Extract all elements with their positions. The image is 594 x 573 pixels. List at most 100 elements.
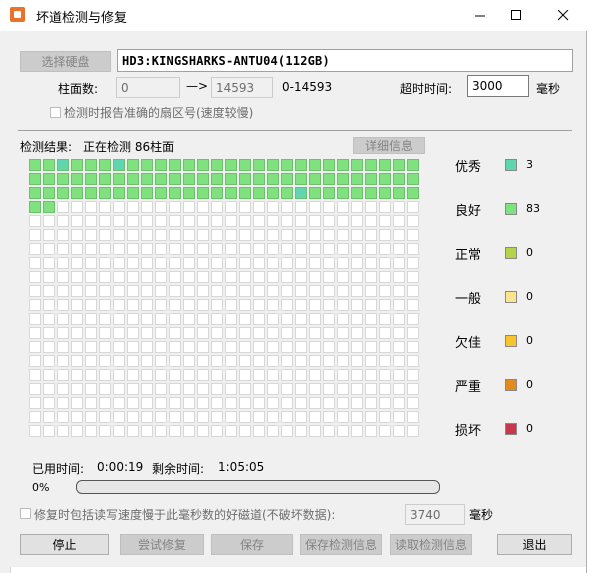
- grid-cell: [113, 201, 125, 213]
- grid-cell: [239, 271, 251, 283]
- grid-cell: [267, 243, 279, 255]
- accurate-sector-label: 检测时报告准确的扇区号(速度较慢): [64, 106, 254, 120]
- app-icon: [10, 7, 25, 22]
- grid-cell: [43, 229, 55, 241]
- grid-cell: [253, 327, 265, 339]
- legend-label: 一般: [455, 292, 482, 307]
- grid-cell: [281, 201, 293, 213]
- grid-cell: [309, 369, 321, 381]
- grid-cell: [71, 369, 83, 381]
- try-repair-button[interactable]: 尝试修复: [120, 534, 204, 555]
- detail-info-button[interactable]: 详细信息: [353, 137, 425, 154]
- grid-cell: [169, 327, 181, 339]
- grid-cell: [113, 271, 125, 283]
- grid-cell: [141, 369, 153, 381]
- grid-cell: [407, 313, 419, 325]
- grid-cell: [99, 173, 111, 185]
- grid-cell: [239, 383, 251, 395]
- grid-cell: [379, 159, 391, 171]
- grid-cell: [183, 369, 195, 381]
- grid-cell: [43, 313, 55, 325]
- grid-cell: [379, 173, 391, 185]
- window-right-edge: [586, 31, 594, 573]
- grid-cell: [309, 201, 321, 213]
- grid-cell: [155, 313, 167, 325]
- grid-cell: [127, 271, 139, 283]
- exit-button[interactable]: 退出: [497, 534, 572, 555]
- timeout-field[interactable]: 3000: [467, 75, 529, 97]
- grid-cell: [281, 383, 293, 395]
- grid-cell: [267, 159, 279, 171]
- grid-cell: [267, 201, 279, 213]
- grid-cell: [337, 411, 349, 423]
- cylinder-to-field[interactable]: 14593: [211, 77, 273, 98]
- grid-cell: [379, 355, 391, 367]
- grid-cell: [141, 187, 153, 199]
- grid-cell: [407, 229, 419, 241]
- repair-ms-field[interactable]: 3740: [405, 504, 465, 525]
- grid-cell: [267, 173, 279, 185]
- legend-count: 0: [526, 378, 533, 391]
- grid-cell: [169, 397, 181, 409]
- grid-cell: [323, 285, 335, 297]
- grid-cell: [113, 187, 125, 199]
- grid-cell: [323, 201, 335, 213]
- repair-option-checkbox[interactable]: [20, 508, 31, 519]
- grid-cell: [85, 327, 97, 339]
- grid-cell: [253, 159, 265, 171]
- grid-cell: [127, 215, 139, 227]
- grid-cell: [71, 383, 83, 395]
- grid-cell: [239, 243, 251, 255]
- grid-cell: [337, 383, 349, 395]
- grid-cell: [127, 173, 139, 185]
- grid-cell: [267, 271, 279, 283]
- grid-cell: [57, 271, 69, 283]
- grid-cell: [281, 313, 293, 325]
- grid-cell: [57, 369, 69, 381]
- grid-cell: [281, 243, 293, 255]
- select-disk-button[interactable]: 选择硬盘: [20, 51, 111, 72]
- save-result-button[interactable]: 保存检测信息: [300, 534, 382, 555]
- grid-cell: [351, 341, 363, 353]
- grid-cell: [281, 355, 293, 367]
- close-icon[interactable]: [540, 0, 586, 31]
- maximize-icon[interactable]: [493, 0, 539, 31]
- grid-cell: [113, 369, 125, 381]
- grid-cell: [309, 215, 321, 227]
- grid-cell: [351, 369, 363, 381]
- grid-cell: [85, 201, 97, 213]
- grid-cell: [141, 299, 153, 311]
- grid-cell: [351, 173, 363, 185]
- save-button[interactable]: 保存: [211, 534, 293, 555]
- grid-cell: [323, 271, 335, 283]
- grid-cell: [127, 299, 139, 311]
- grid-cell: [309, 187, 321, 199]
- grid-cell: [85, 173, 97, 185]
- grid-cell: [295, 159, 307, 171]
- grid-cell: [267, 341, 279, 353]
- grid-cell: [197, 201, 209, 213]
- grid-cell: [99, 369, 111, 381]
- cylinder-from-field[interactable]: 0: [116, 77, 180, 98]
- read-result-button[interactable]: 读取检测信息: [390, 534, 472, 555]
- grid-cell: [141, 313, 153, 325]
- grid-cell: [169, 243, 181, 255]
- grid-cell: [155, 215, 167, 227]
- grid-cell: [113, 229, 125, 241]
- grid-cell: [57, 341, 69, 353]
- stop-button[interactable]: 停止: [20, 534, 109, 555]
- grid-cell: [295, 187, 307, 199]
- grid-cell: [365, 257, 377, 269]
- grid-cell: [197, 369, 209, 381]
- grid-cell: [29, 271, 41, 283]
- accurate-sector-checkbox[interactable]: [50, 107, 61, 118]
- grid-cell: [71, 173, 83, 185]
- grid-cell: [253, 229, 265, 241]
- grid-cell: [43, 299, 55, 311]
- grid-cell: [99, 397, 111, 409]
- grid-cell: [71, 201, 83, 213]
- grid-cell: [99, 327, 111, 339]
- grid-cell: [253, 271, 265, 283]
- grid-cell: [57, 397, 69, 409]
- grid-cell: [127, 159, 139, 171]
